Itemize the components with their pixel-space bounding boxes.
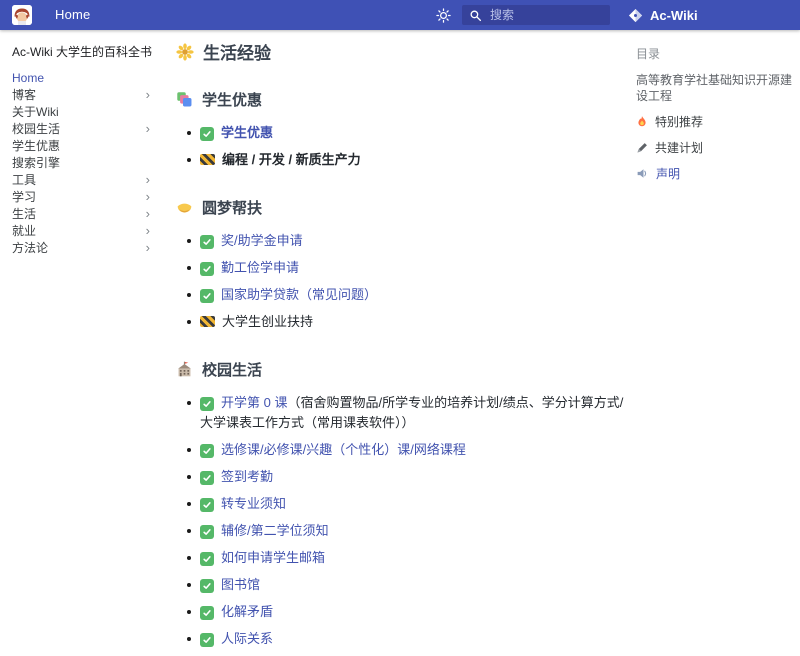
article-link[interactable]: 选修课/必修课/兴趣（个性化）课/网络课程 xyxy=(221,442,466,457)
check-icon xyxy=(200,235,214,249)
construction-icon xyxy=(200,316,215,327)
check-icon xyxy=(200,525,214,539)
helping-hands-icon xyxy=(176,199,193,216)
list-item: 勤工俭学申请 xyxy=(200,258,628,278)
sidebar-item-blog[interactable]: 博客 › xyxy=(12,86,164,103)
article-link[interactable]: 转专业须知 xyxy=(221,496,286,511)
brand-name: Ac-Wiki xyxy=(650,8,698,23)
fire-icon xyxy=(636,115,648,128)
section-heading-student-discounts: 学生优惠 xyxy=(176,89,628,110)
brand-home-link[interactable]: Ac-Wiki xyxy=(628,5,698,25)
school-icon xyxy=(176,361,193,378)
search-input[interactable] xyxy=(488,7,603,23)
check-icon xyxy=(200,127,214,141)
check-icon xyxy=(200,633,214,647)
books-icon xyxy=(176,91,193,108)
toc-page-link[interactable]: 高等教育学社基础知识开源建设工程 xyxy=(636,72,794,104)
page-title: 生活经验 xyxy=(176,39,628,64)
list-item: 转专业须知 xyxy=(200,494,628,514)
check-icon xyxy=(200,444,214,458)
student-discounts-list: 学生优惠 编程 / 开发 / 新质生产力 xyxy=(176,123,628,170)
section-heading-dream-support: 圆梦帮扶 xyxy=(176,197,628,218)
article-link[interactable]: 勤工俭学申请 xyxy=(221,260,299,275)
list-item: 化解矛盾 xyxy=(200,602,628,622)
article-link[interactable]: 签到考勤 xyxy=(221,469,273,484)
check-icon xyxy=(200,498,214,512)
check-icon xyxy=(200,579,214,593)
wip-article-label: 大学生创业扶持 xyxy=(222,314,313,329)
site-avatar[interactable] xyxy=(12,5,32,25)
sidebar-item-study[interactable]: 学习 › xyxy=(12,188,164,205)
article-link[interactable]: 学生优惠 xyxy=(221,125,273,140)
article-link[interactable]: 奖/助学金申请 xyxy=(221,233,303,248)
chevron-right-icon: › xyxy=(146,173,150,186)
list-item: 签到考勤 xyxy=(200,467,628,487)
check-icon xyxy=(200,471,214,485)
construction-icon xyxy=(200,154,215,165)
list-item: 开学第 0 课（宿舍购置物品/所学专业的培养计划/绩点、学分计算方式/大学课表工… xyxy=(200,393,628,433)
list-item: 如何申请学生邮箱 xyxy=(200,548,628,568)
sidebar-item-search-engines[interactable]: 搜索引擎 xyxy=(12,154,164,171)
check-icon xyxy=(200,397,214,411)
avatar-image xyxy=(12,5,32,25)
sidebar-header: Ac-Wiki 大学生的百科全书 xyxy=(12,45,164,60)
brand-gem-icon xyxy=(628,8,643,23)
sidebar-item-home[interactable]: Home xyxy=(12,69,164,86)
campus-life-list: 开学第 0 课（宿舍购置物品/所学专业的培养计划/绩点、学分计算方式/大学课表工… xyxy=(176,393,628,649)
sunflower-icon xyxy=(176,43,194,61)
toc-item-statement[interactable]: 声明 xyxy=(636,165,794,182)
theme-brightness-toggle-icon[interactable] xyxy=(436,8,451,23)
wip-article-label: 编程 / 开发 / 新质生产力 xyxy=(222,152,361,167)
sidebar-item-campus-life[interactable]: 校园生活 › xyxy=(12,120,164,137)
article-link[interactable]: 人际关系 xyxy=(221,631,273,646)
check-icon xyxy=(200,289,214,303)
list-item: 人际关系 xyxy=(200,629,628,649)
check-icon xyxy=(200,552,214,566)
sidebar-item-about-wiki[interactable]: 关于Wiki xyxy=(12,103,164,120)
list-item: 国家助学贷款（常见问题） xyxy=(200,285,628,305)
list-item: 大学生创业扶持 xyxy=(200,312,628,332)
chevron-right-icon: › xyxy=(146,122,150,135)
table-of-contents: 目录 高等教育学社基础知识开源建设工程 特别推荐 共建计划 声明 xyxy=(636,30,794,182)
article-link[interactable]: 化解矛盾 xyxy=(221,604,273,619)
list-item: 奖/助学金申请 xyxy=(200,231,628,251)
sidebar-item-employment[interactable]: 就业 › xyxy=(12,222,164,239)
chevron-right-icon: › xyxy=(146,224,150,237)
chevron-right-icon: › xyxy=(146,241,150,254)
toc-header: 目录 xyxy=(636,45,794,62)
list-item: 选修课/必修课/兴趣（个性化）课/网络课程 xyxy=(200,440,628,460)
article-link[interactable]: 图书馆 xyxy=(221,577,260,592)
topbar-page-title: Home xyxy=(55,7,90,22)
chevron-right-icon: › xyxy=(146,88,150,101)
chevron-right-icon: › xyxy=(146,190,150,203)
toc-item-co-build-plan[interactable]: 共建计划 xyxy=(636,139,794,156)
section-heading-campus-life: 校园生活 xyxy=(176,359,628,380)
sidebar-item-tools[interactable]: 工具 › xyxy=(12,171,164,188)
sidebar-item-student-discounts[interactable]: 学生优惠 xyxy=(12,137,164,154)
article-link[interactable]: 国家助学贷款（常见问题） xyxy=(221,287,377,302)
article-link[interactable]: 如何申请学生邮箱 xyxy=(221,550,325,565)
search-box[interactable] xyxy=(462,5,610,25)
toc-item-special-recommend[interactable]: 特别推荐 xyxy=(636,113,794,130)
check-icon xyxy=(200,262,214,276)
chevron-right-icon: › xyxy=(146,207,150,220)
dream-support-list: 奖/助学金申请 勤工俭学申请 国家助学贷款（常见问题） 大学生创业扶持 xyxy=(176,231,628,332)
topbar: Home Ac-Wiki xyxy=(0,0,800,30)
search-icon xyxy=(469,9,482,22)
speaker-icon xyxy=(636,167,649,180)
check-icon xyxy=(200,606,214,620)
left-sidebar: Ac-Wiki 大学生的百科全书 Home 博客 › 关于Wiki 校园生活 ›… xyxy=(0,30,164,256)
list-item: 辅修/第二学位须知 xyxy=(200,521,628,541)
sidebar-item-life[interactable]: 生活 › xyxy=(12,205,164,222)
list-item: 图书馆 xyxy=(200,575,628,595)
main-content: 生活经验 学生优惠 学生优惠 编程 / 开发 / 新质生产力 xyxy=(176,30,628,656)
sidebar-item-methodology[interactable]: 方法论 › xyxy=(12,239,164,256)
article-link[interactable]: 开学第 0 课 xyxy=(221,395,287,410)
list-item: 学生优惠 xyxy=(200,123,628,143)
list-item: 编程 / 开发 / 新质生产力 xyxy=(200,150,628,170)
article-link[interactable]: 辅修/第二学位须知 xyxy=(221,523,329,538)
pen-icon xyxy=(636,142,648,154)
